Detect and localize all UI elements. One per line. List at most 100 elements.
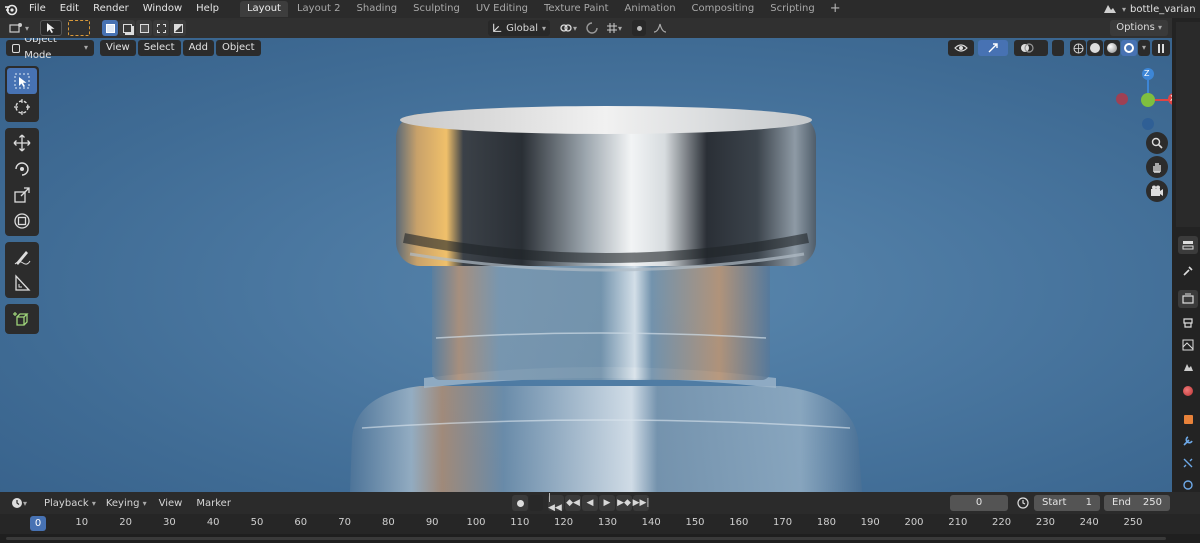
output-properties-icon[interactable] xyxy=(1178,314,1198,332)
playback-menu[interactable]: Playback ▾ xyxy=(40,498,100,509)
box-select-icon[interactable] xyxy=(68,20,90,36)
timeline-view-menu[interactable]: View xyxy=(153,498,189,509)
marker-menu[interactable]: Marker xyxy=(190,498,237,509)
shading-options-chevron-icon[interactable]: ▾ xyxy=(1138,40,1150,56)
add-menu[interactable]: Add xyxy=(182,40,214,56)
tab-uv-editing[interactable]: UV Editing xyxy=(469,1,535,17)
select-mode-invert-icon[interactable] xyxy=(153,20,169,36)
view-layer-properties-icon[interactable] xyxy=(1178,336,1198,354)
measure-tool-icon[interactable] xyxy=(7,270,37,296)
camera-view-icon[interactable] xyxy=(1146,180,1168,202)
select-mode-intersect-icon[interactable] xyxy=(170,20,186,36)
cursor-tool-icon[interactable] xyxy=(7,94,37,120)
active-tool-wrench-icon[interactable] xyxy=(1178,262,1198,280)
select-mode-subtract-icon[interactable] xyxy=(136,20,152,36)
timeline-ruler[interactable]: 0 10 20 30 40 50 60 70 80 90 100 110 120 130 140 150 160… xyxy=(0,514,1200,534)
timeline-tick-label: 250 xyxy=(1123,517,1143,528)
object-menu[interactable]: Object xyxy=(215,40,261,56)
visibility-dropdown[interactable] xyxy=(948,40,974,56)
play-reverse-icon[interactable]: ◀ xyxy=(582,495,598,511)
select-mode-new-icon[interactable] xyxy=(102,20,118,36)
autokey-options-icon[interactable] xyxy=(529,495,543,511)
play-icon[interactable]: ▶ xyxy=(599,495,615,511)
tool-properties-icon[interactable] xyxy=(1178,236,1198,254)
tab-animation[interactable]: Animation xyxy=(618,1,683,17)
pan-view-hand-icon[interactable] xyxy=(1146,156,1168,178)
current-frame-field[interactable]: 0 xyxy=(950,495,1008,511)
timeline-scrollbar[interactable] xyxy=(0,534,1200,543)
menu-help[interactable]: Help xyxy=(189,0,226,18)
scene-name[interactable]: bottle_variant03 xyxy=(1130,4,1196,15)
3d-viewport[interactable]: Object Mode ▾ View Select Add Object ▾ Z xyxy=(0,38,1172,492)
transform-orientation-dropdown[interactable]: Global ▾ xyxy=(488,20,550,36)
jump-to-keyframe-back-icon[interactable]: ◆◀ xyxy=(565,495,581,511)
add-workspace-button[interactable]: + xyxy=(824,1,847,17)
tab-scripting[interactable]: Scripting xyxy=(763,1,821,17)
use-preview-range-icon[interactable] xyxy=(1014,495,1032,511)
editor-type-button[interactable]: ▾ xyxy=(4,20,34,36)
tab-texture-paint[interactable]: Texture Paint xyxy=(537,1,616,17)
solid-shading-icon[interactable] xyxy=(1087,40,1103,56)
pivot-point-dropdown[interactable]: ▾ xyxy=(556,20,580,36)
jump-to-keyframe-forward-icon[interactable]: ▶◆ xyxy=(616,495,632,511)
start-frame-field[interactable]: Start 1 xyxy=(1034,495,1100,511)
jump-to-end-icon[interactable]: ▶▶| xyxy=(633,495,649,511)
add-cube-tool-icon[interactable] xyxy=(7,306,37,332)
pause-render-icon[interactable] xyxy=(1152,40,1170,56)
scene-properties-icon[interactable] xyxy=(1178,358,1198,376)
select-tool-button[interactable] xyxy=(40,20,62,36)
scene-selector[interactable]: ▾ bottle_variant03 xyxy=(1102,0,1200,18)
menu-edit[interactable]: Edit xyxy=(53,0,86,18)
select-menu[interactable]: Select xyxy=(137,40,181,56)
tab-compositing[interactable]: Compositing xyxy=(685,1,762,17)
timeline-tick-label: 70 xyxy=(338,517,351,528)
timeline-scrollbar-thumb[interactable] xyxy=(6,537,1166,540)
overlays-toggle[interactable] xyxy=(1014,40,1048,56)
snap-target-dropdown[interactable]: ▾ xyxy=(600,20,628,36)
chevron-down-icon: ▾ xyxy=(1121,4,1126,14)
move-tool-icon[interactable] xyxy=(7,130,37,156)
tab-layout-2[interactable]: Layout 2 xyxy=(290,1,348,17)
timeline-tick-label: 60 xyxy=(294,517,308,528)
menu-file[interactable]: File xyxy=(22,0,53,18)
tab-shading[interactable]: Shading xyxy=(350,1,405,17)
zoom-view-icon[interactable] xyxy=(1146,132,1168,154)
transform-tool-icon[interactable] xyxy=(7,208,37,234)
select-box-tool-icon[interactable] xyxy=(7,68,37,94)
view-menu[interactable]: View xyxy=(100,40,136,56)
timeline-editor-type-button[interactable]: ▾ xyxy=(6,495,32,511)
render-properties-icon[interactable] xyxy=(1178,290,1198,308)
keying-menu[interactable]: Keying ▾ xyxy=(102,498,151,509)
object-properties-icon[interactable] xyxy=(1178,410,1198,428)
timeline-tick-label: 90 xyxy=(425,517,439,528)
menu-render[interactable]: Render xyxy=(86,0,136,18)
rotate-tool-icon[interactable] xyxy=(7,156,37,182)
tool-group-add xyxy=(5,304,39,334)
particles-properties-icon[interactable] xyxy=(1178,454,1198,472)
scale-tool-icon[interactable] xyxy=(7,182,37,208)
top-menu-bar: File Edit Render Window Help Layout Layo… xyxy=(0,0,1200,18)
proportional-falloff-dropdown[interactable] xyxy=(648,20,672,36)
tab-sculpting[interactable]: Sculpting xyxy=(406,1,467,17)
tab-layout[interactable]: Layout xyxy=(239,1,288,17)
annotate-tool-icon[interactable] xyxy=(7,244,37,270)
gizmo-toggle[interactable] xyxy=(978,40,1008,56)
world-properties-icon[interactable] xyxy=(1178,382,1198,400)
wireframe-shading-icon[interactable] xyxy=(1070,40,1086,56)
timeline-tick-label: 80 xyxy=(382,517,395,528)
xray-toggle-icon[interactable] xyxy=(1052,40,1064,56)
tool-shelf xyxy=(5,66,39,340)
blender-logo-icon[interactable] xyxy=(0,2,22,16)
modifier-properties-icon[interactable] xyxy=(1178,432,1198,450)
material-shading-icon[interactable] xyxy=(1104,40,1120,56)
proportional-editing-icon[interactable] xyxy=(632,20,646,36)
record-keyframe-icon[interactable] xyxy=(512,495,528,511)
interaction-mode-dropdown[interactable]: Object Mode ▾ xyxy=(6,38,94,61)
snap-toggle-icon[interactable] xyxy=(584,20,600,36)
jump-to-start-icon[interactable]: |◀◀ xyxy=(548,493,564,513)
options-dropdown[interactable]: Options ▾ xyxy=(1110,20,1168,36)
menu-window[interactable]: Window xyxy=(136,0,189,18)
end-frame-field[interactable]: End 250 xyxy=(1104,495,1170,511)
select-mode-extend-icon[interactable] xyxy=(119,20,135,36)
rendered-shading-icon[interactable] xyxy=(1121,40,1137,56)
